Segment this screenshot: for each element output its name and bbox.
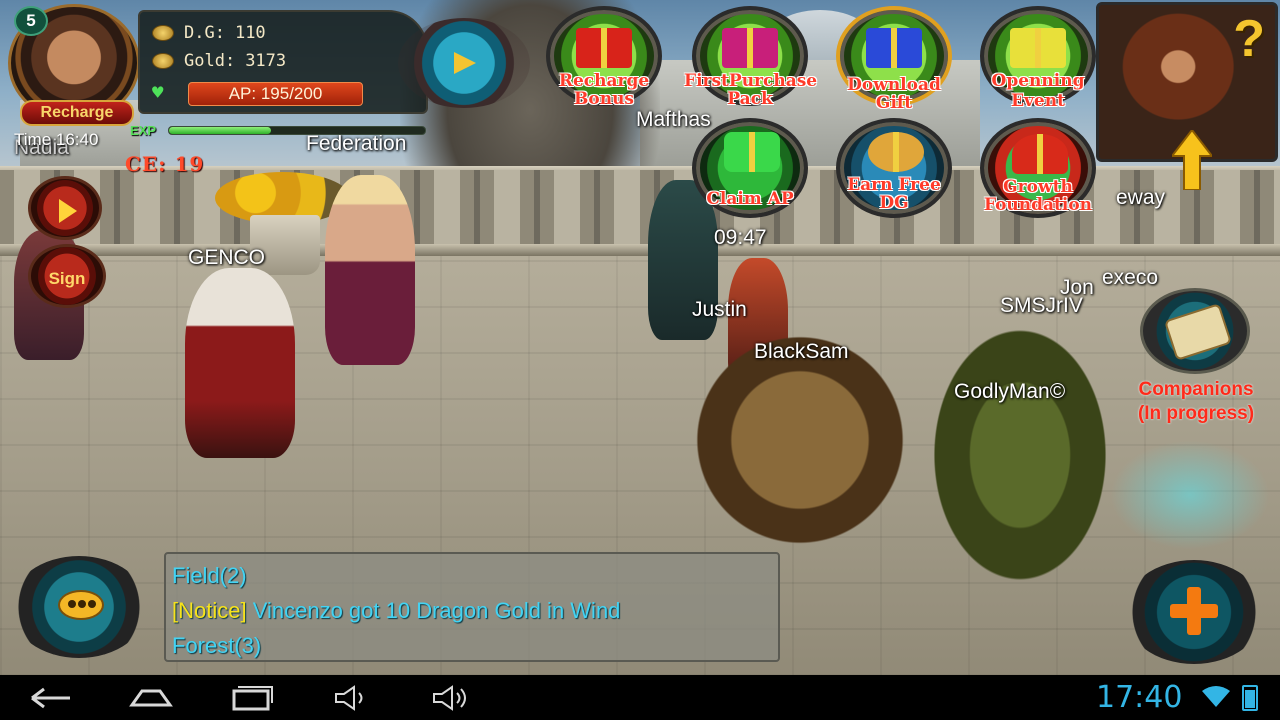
- event-earn-free-dg[interactable]: Earn Free DG: [828, 118, 960, 218]
- chat-button[interactable]: [10, 556, 148, 658]
- gold-label: Gold:: [184, 51, 236, 71]
- companions-label: Companions: [1138, 379, 1254, 400]
- gold-bag-icon: [868, 132, 924, 172]
- dg-row: D.G: 110: [152, 22, 266, 44]
- gold-value: 3173: [245, 51, 287, 71]
- back-icon[interactable]: [26, 683, 76, 713]
- character-federation[interactable]: [325, 175, 415, 365]
- volume-down-icon[interactable]: [326, 683, 376, 713]
- ap-row: ♥: [152, 82, 163, 104]
- companion-glow: [1110, 440, 1270, 550]
- gift-box-yellow-icon: [1010, 28, 1066, 68]
- play-arrow-icon: [454, 52, 476, 74]
- gift-box-icon: [576, 28, 632, 68]
- event-label-line2: Bonus: [574, 89, 634, 109]
- dragon-gold-icon: [152, 25, 174, 41]
- event-label-line2: Event: [1011, 91, 1065, 111]
- dg-value: 110: [234, 23, 266, 43]
- recharge-button[interactable]: Recharge: [20, 100, 134, 126]
- event-label-line1: Earn Free: [847, 175, 941, 195]
- recent-apps-icon[interactable]: [226, 683, 276, 713]
- system-nav-bar: 17:40: [0, 675, 1280, 720]
- event-label-line1: Download: [847, 75, 941, 95]
- event-label-line2: Pack: [727, 89, 773, 109]
- name-justin: Justin: [692, 298, 747, 321]
- dg-label: D.G:: [184, 23, 225, 43]
- companions-status: Companions (In progress): [1116, 378, 1276, 426]
- wifi-icon: [1202, 686, 1230, 707]
- name-godlyman: GodlyMan©: [954, 380, 1066, 403]
- ap-bar[interactable]: AP: 195/200: [188, 82, 363, 106]
- expand-actions-button[interactable]: [1124, 560, 1264, 664]
- chat-notice-line: [Notice] Vincenzo got 10 Dragon Gold in …: [172, 593, 772, 628]
- sign-label: Sign: [48, 269, 86, 288]
- event-label-line1: FirstPurchase: [684, 71, 818, 91]
- companions-button[interactable]: [1140, 288, 1250, 374]
- player-stats-panel: D.G: 110 Gold: 3173 ♥ AP: 195/200: [138, 10, 428, 114]
- name-timer: 09:47: [714, 226, 767, 249]
- event-label-line1: Recharge: [558, 71, 650, 91]
- heart-icon: ♥: [152, 82, 164, 104]
- upgrade-arrow-icon: [1172, 130, 1212, 190]
- event-label-line1: Openning: [991, 71, 1085, 91]
- sign-button[interactable]: Sign: [28, 244, 106, 308]
- scroll-sword-icon: [1163, 303, 1233, 361]
- notice-tag: [Notice]: [172, 598, 247, 623]
- character-genco[interactable]: [185, 268, 295, 458]
- gold-coin-icon: [152, 53, 174, 69]
- event-label-line1: Claim AP: [706, 189, 794, 209]
- name-blacksam: BlackSam: [754, 340, 849, 363]
- event-download-gift[interactable]: Download Gift: [828, 6, 960, 112]
- event-growth-foundation[interactable]: Growth Foundation: [972, 118, 1104, 218]
- name-federation: Federation: [306, 132, 407, 155]
- event-openning-event[interactable]: Openning Event: [972, 6, 1104, 110]
- chat-line: Forest(3): [172, 633, 262, 658]
- event-label-line2: DG: [879, 193, 909, 213]
- event-label-line1: Growth: [1003, 177, 1073, 197]
- event-first-purchase-pack[interactable]: FirstPurchase Pack: [684, 6, 818, 109]
- dragon-next-button[interactable]: [398, 18, 530, 108]
- event-claim-ap[interactable]: Claim AP: [684, 118, 816, 218]
- ce-label: CE: 19: [125, 152, 205, 176]
- companions-progress-label: (In progress): [1137, 403, 1255, 424]
- level-badge: 5: [14, 6, 48, 36]
- name-eway: eway: [1116, 186, 1166, 209]
- growth-crown-icon: [1012, 134, 1068, 174]
- event-label-line2: Foundation: [983, 195, 1093, 215]
- notice-text: Vincenzo got 10 Dragon Gold in Wind: [246, 598, 621, 623]
- help-question-icon: ?: [1233, 10, 1265, 68]
- event-recharge-bonus[interactable]: Recharge Bonus: [538, 6, 670, 109]
- expand-menu-button[interactable]: [28, 176, 102, 240]
- battery-icon: [1242, 685, 1258, 711]
- gift-boxes-icon: [722, 28, 778, 68]
- name-execo: execo: [1102, 266, 1159, 289]
- status-clock: 17:40: [1096, 680, 1183, 715]
- time-label: Time 16:40: [14, 130, 99, 149]
- gold-row: Gold: 3173: [152, 50, 286, 72]
- name-jon: Jon: [1060, 276, 1094, 299]
- exp-bar-fill: [169, 127, 272, 134]
- exp-label: EXP: [130, 123, 157, 138]
- event-label-line2: Gift: [875, 93, 913, 113]
- name-genco: GENCO: [188, 246, 266, 269]
- home-icon[interactable]: [126, 683, 176, 713]
- download-check-icon: [866, 28, 922, 68]
- character-godlyman[interactable]: [920, 310, 1120, 600]
- green-potion-icon: [724, 132, 780, 172]
- exp-bar: [168, 126, 426, 135]
- volume-up-icon[interactable]: [426, 683, 476, 713]
- arrow-right-icon: [59, 199, 77, 223]
- chat-line: Field(2): [172, 563, 247, 588]
- chat-panel[interactable]: Field(2) [Notice] Vincenzo got 10 Dragon…: [164, 552, 780, 662]
- chat-bubble-icon: [58, 590, 104, 620]
